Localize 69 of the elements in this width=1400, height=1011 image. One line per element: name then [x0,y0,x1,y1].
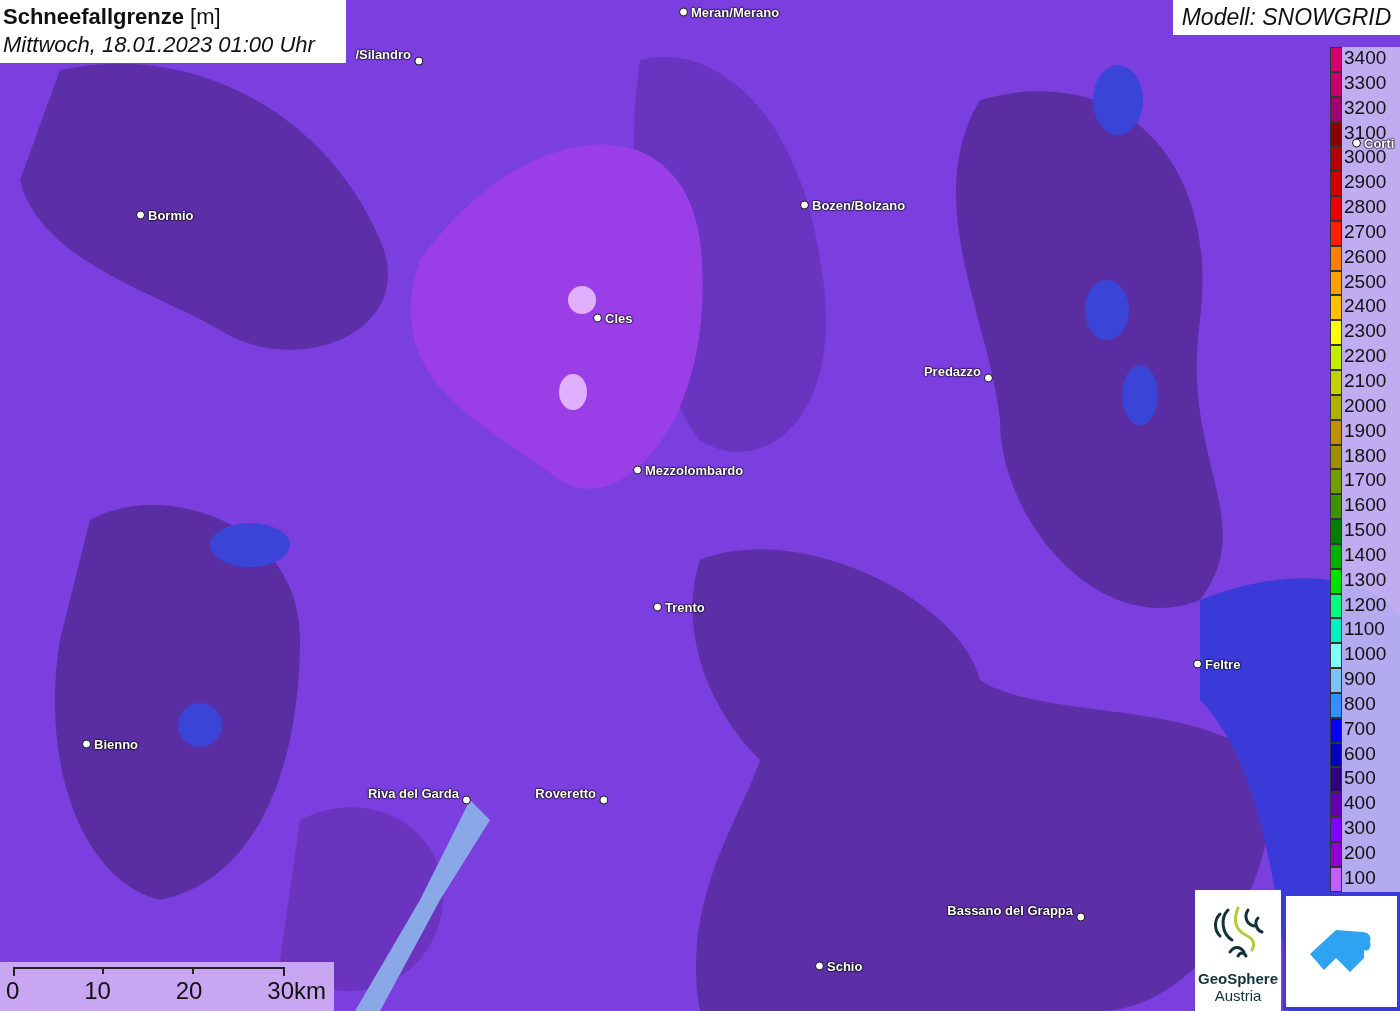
forecast-datetime: Mittwoch, 18.01.2023 01:00 Uhr [3,31,317,59]
city-marker-icon [414,56,423,66]
legend-value: 1100 [1342,618,1400,644]
legend-value: 2600 [1342,245,1400,271]
legend-value: 500 [1342,767,1400,793]
city-label: Feltre [1205,656,1241,672]
legend-value: 400 [1342,792,1400,818]
city-label: Meran/Merano [691,4,780,20]
city-marker-icon [984,373,993,383]
city-label: Cles [605,310,633,326]
city-label: Predazzo [923,363,981,379]
city-label: Bormio [148,207,194,223]
scale-tick-label: 20 [175,976,203,1006]
scale-tick-label: 30km [267,976,326,1006]
map-title: Schneefallgrenze [m] [3,3,222,31]
legend-value: 2100 [1342,369,1400,395]
city-marker-icon [1193,659,1202,669]
city-label: Bienno [94,736,139,752]
legend-value: 300 [1342,817,1400,842]
city-label: Mezzolombardo [645,462,744,478]
legend-value: 1400 [1342,543,1400,569]
legend-value: 200 [1342,842,1400,867]
city-label: /Silandro [355,46,411,62]
legend-value: 1800 [1342,444,1400,470]
legend-value: 100 [1342,866,1400,892]
city-marker-icon [136,210,145,220]
city-marker-icon [593,313,602,323]
city-label: Bozen/Bolzano [812,197,906,213]
city-label: Trento [665,599,705,615]
legend-value: 2800 [1342,196,1400,221]
legend-value: 1700 [1342,469,1400,495]
legend-value: 1300 [1342,568,1400,594]
legend-value: 2200 [1342,345,1400,370]
logo-title: GeoSphere [1198,970,1278,987]
city-marker-icon [800,200,809,210]
legend-value: 2500 [1342,270,1400,296]
city-label: Bassano del Grappa [947,902,1073,918]
city-marker-icon [82,739,91,749]
model-label: Modell: SNOWGRID [1173,0,1400,35]
legend-value: 2000 [1342,394,1400,420]
legend-value: 900 [1342,668,1400,693]
legend-value: 1900 [1342,419,1400,445]
city-marker-icon [633,465,642,475]
scale-tick-label: 10 [84,976,111,1006]
city-label: Riva del Garda [367,785,459,801]
city-marker-icon [462,795,471,805]
city-marker-icon [599,795,608,805]
logo-subtitle: Austria [1214,987,1262,1004]
legend-value: 700 [1342,717,1400,743]
legend-value: 2900 [1342,171,1400,197]
city-label: Schio [827,958,863,974]
city-marker-icon [1076,912,1085,922]
legend-value: 1500 [1342,519,1400,544]
city-marker-icon [815,961,824,971]
legend-value: 800 [1342,692,1400,718]
legend-value: 1000 [1342,643,1400,669]
legend-value: 1200 [1342,593,1400,619]
city-label: Roveretto [535,785,596,801]
legend-value: 2700 [1342,220,1400,246]
scale-tick-label: 0 [6,976,20,1006]
legend-value: 1600 [1342,494,1400,520]
legend-value: 2300 [1342,320,1400,346]
legend-value: 2400 [1342,295,1400,321]
legend-value: 600 [1342,742,1400,768]
city-marker-icon [653,602,662,612]
city-marker-icon [679,7,688,17]
legend-value: 3200 [1342,96,1400,122]
legend-value: 3400 [1342,47,1400,72]
legend-value: 3300 [1342,71,1400,97]
